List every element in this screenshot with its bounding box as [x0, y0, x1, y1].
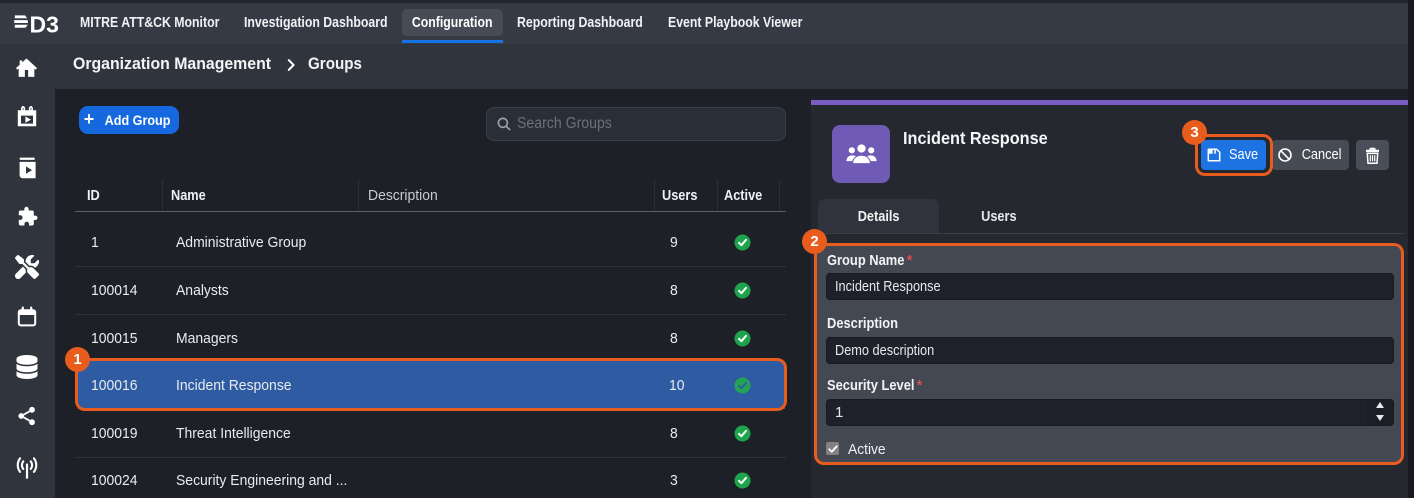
- svg-text:D3: D3: [30, 12, 59, 35]
